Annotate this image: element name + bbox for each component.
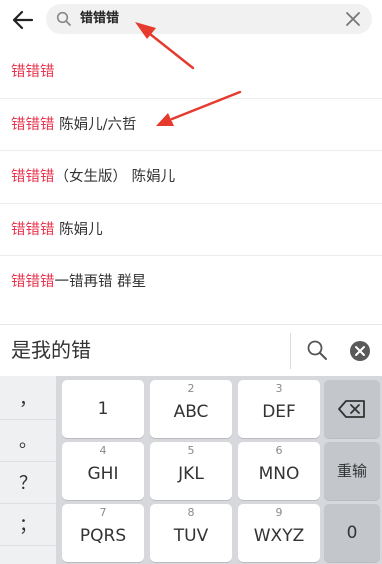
suggestion-list: 错错错 错错错 陈娟儿/六哲 错错错（女生版） 陈娟儿 错错错 陈娟儿 错错错一… — [0, 46, 382, 309]
key-9-wxyz[interactable]: 9 WXYZ — [238, 504, 320, 562]
suggestion-highlight: 错错错 — [11, 274, 55, 290]
key-1[interactable]: 1 — [62, 380, 144, 438]
key-8-tuv[interactable]: 8 TUV — [150, 504, 232, 562]
key-label: ABC — [173, 402, 209, 422]
backspace-button[interactable] — [324, 380, 380, 438]
ime-candidate[interactable]: 是我的错 — [11, 335, 91, 365]
suggestion-item[interactable]: 错错错一错再错 群星 — [0, 256, 382, 309]
ime-candidate-bar: 是我的错 — [0, 324, 382, 376]
key-label: 重输 — [336, 462, 367, 480]
suggestion-text: 陈娟儿 — [54, 221, 103, 238]
key-number: 8 — [187, 506, 195, 519]
key-label: PQRS — [79, 526, 127, 546]
candidate-close-icon[interactable] — [349, 340, 371, 362]
key-6-mno[interactable]: 6 MNO — [238, 442, 320, 500]
suggestion-item[interactable]: 错错错 陈娟儿/六哲 — [0, 99, 382, 151]
suggestion-text: 一错再错 群星 — [54, 274, 147, 290]
candidate-search-icon[interactable] — [306, 339, 328, 361]
key-number: 9 — [275, 506, 283, 519]
key-label: WXYZ — [253, 526, 305, 546]
key-label: DEF — [262, 402, 296, 422]
key-label: 0 — [346, 523, 358, 543]
key-number: 6 — [275, 444, 283, 457]
key-number: 4 — [99, 444, 107, 457]
key-number: 7 — [99, 506, 107, 519]
t9-keyboard: ， 。 ？ ； 1 2 ABC 3 DEF 4 GHI 5 JKL 6 MNO … — [0, 376, 382, 564]
backspace-icon — [338, 400, 365, 418]
divider — [290, 333, 291, 369]
suggestion-highlight: 错错错 — [11, 116, 55, 133]
punctuation-column: ， 。 ？ ； — [0, 376, 56, 564]
search-input[interactable]: 错错错 — [46, 4, 372, 34]
key-label: JKL — [178, 464, 204, 484]
suggestion-highlight: 错错错 — [11, 169, 55, 185]
suggestion-item[interactable]: 错错错 陈娟儿 — [0, 204, 382, 256]
key-label: 1 — [97, 399, 109, 419]
key-number: 2 — [187, 382, 195, 395]
key-label: GHI — [87, 464, 119, 484]
clear-icon[interactable] — [344, 10, 362, 28]
punct-key-question[interactable]: ？ — [0, 464, 56, 504]
search-header: 错错错 — [0, 0, 382, 40]
suggestion-highlight: 错错错 — [11, 64, 55, 80]
suggestion-text: 陈娟儿/六哲 — [54, 116, 137, 133]
key-4-ghi[interactable]: 4 GHI — [62, 442, 144, 500]
suggestion-text: （女生版） 陈娟儿 — [54, 169, 176, 185]
key-label: TUV — [173, 526, 209, 546]
punct-key-period[interactable]: 。 — [0, 422, 56, 462]
search-icon — [56, 11, 71, 26]
search-query-text: 错错错 — [80, 11, 120, 26]
suggestion-item[interactable]: 错错错（女生版） 陈娟儿 — [0, 151, 382, 204]
key-7-pqrs[interactable]: 7 PQRS — [62, 504, 144, 562]
key-0[interactable]: 0 — [324, 504, 380, 562]
key-label: MNO — [258, 464, 300, 484]
retype-button[interactable]: 重输 — [324, 442, 380, 500]
punct-key-semicolon[interactable]: ； — [0, 506, 56, 546]
suggestion-highlight: 错错错 — [11, 221, 55, 238]
key-number: 5 — [187, 444, 195, 457]
key-3-def[interactable]: 3 DEF — [238, 380, 320, 438]
punct-key-comma[interactable]: ， — [0, 380, 56, 420]
back-button[interactable] — [8, 4, 40, 36]
key-number: 3 — [275, 382, 283, 395]
key-2-abc[interactable]: 2 ABC — [150, 380, 232, 438]
back-arrow-icon — [12, 10, 34, 30]
key-5-jkl[interactable]: 5 JKL — [150, 442, 232, 500]
suggestion-item[interactable]: 错错错 — [0, 46, 382, 99]
